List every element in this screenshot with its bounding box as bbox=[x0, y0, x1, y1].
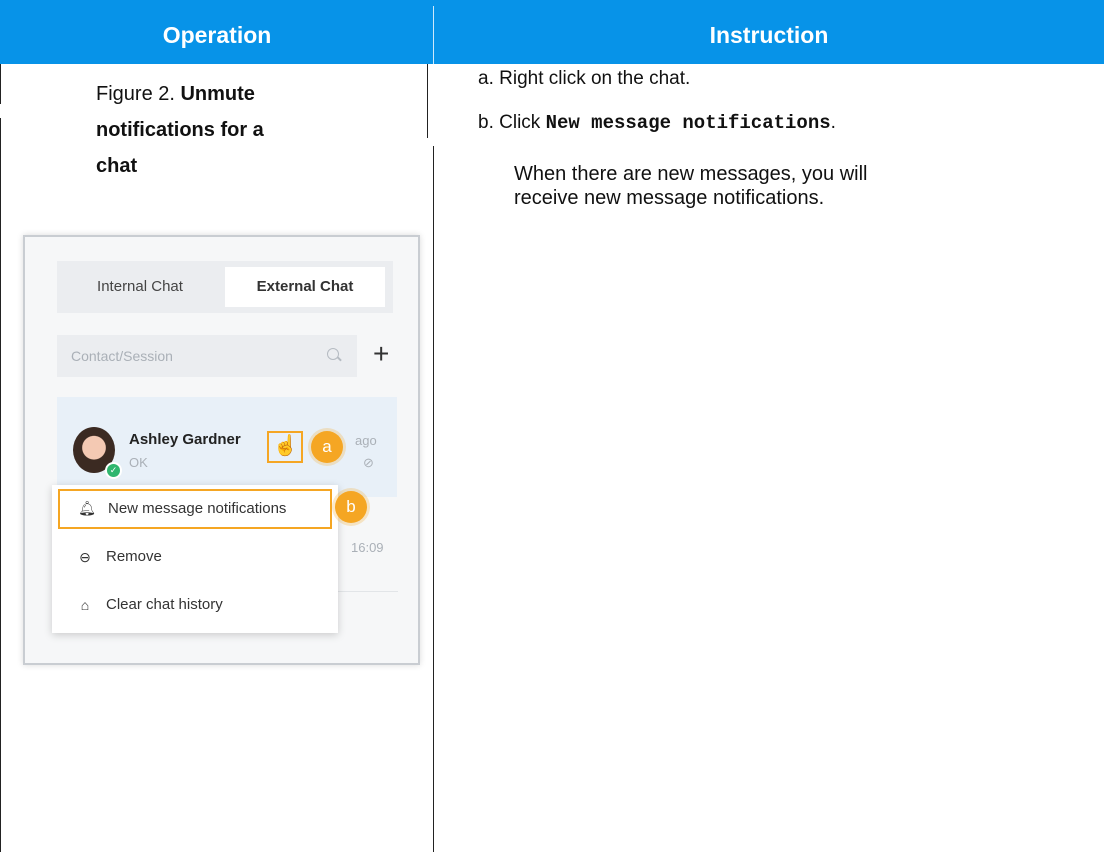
pointer-hand-icon: ☝ bbox=[273, 435, 298, 457]
chat-time: ago bbox=[355, 433, 377, 448]
search-placeholder: Contact/Session bbox=[71, 348, 173, 364]
muted-bell-icon: ⊘ bbox=[363, 455, 374, 470]
minus-circle-icon: ⊖ bbox=[79, 549, 91, 565]
column-divider-top bbox=[427, 64, 428, 138]
chat-tabs: Internal Chat External Chat bbox=[57, 261, 393, 313]
search-icon bbox=[327, 348, 339, 360]
figure-prefix: Figure 2. bbox=[96, 83, 181, 105]
add-button[interactable]: + bbox=[373, 338, 389, 370]
context-menu: 🔔︎ New message notifications ⊖ Remove ⌂ … bbox=[52, 485, 338, 633]
figure-caption: Figure 2. Unmute notifications for a cha… bbox=[96, 76, 396, 184]
instruction-header: Instruction bbox=[709, 22, 829, 48]
online-status-icon: ✓ bbox=[105, 462, 122, 479]
step-b-prefix: b. Click bbox=[478, 112, 546, 133]
operation-header: Operation bbox=[162, 22, 272, 48]
search-input[interactable]: Contact/Session bbox=[57, 335, 357, 377]
broom-icon: ⌂ bbox=[80, 597, 90, 613]
step-b-code: New message notifications bbox=[545, 112, 831, 134]
step-b-suffix: . bbox=[830, 112, 836, 133]
figure-title-1: Unmute bbox=[180, 83, 255, 105]
step-note: When there are new messages, you will re… bbox=[514, 163, 868, 209]
table-left-border bbox=[0, 118, 1, 852]
menu-item-label: Remove bbox=[106, 548, 162, 565]
menu-item-label: New message notifications bbox=[108, 500, 287, 517]
row-separator bbox=[338, 591, 398, 592]
step-b: b. Click New message notifications. bbox=[478, 112, 836, 134]
table-left-border-top bbox=[0, 64, 1, 104]
menu-item-label: Clear chat history bbox=[106, 596, 223, 613]
callout-b: b bbox=[335, 491, 367, 523]
menu-item-remove[interactable]: ⊖ Remove bbox=[52, 537, 338, 577]
tab-external-chat[interactable]: External Chat bbox=[225, 267, 385, 307]
figure-title-3: chat bbox=[96, 155, 138, 177]
embedded-screenshot: Internal Chat External Chat Contact/Sess… bbox=[23, 235, 420, 665]
other-chat-time: 16:09 bbox=[351, 540, 384, 555]
header-divider bbox=[433, 6, 434, 64]
menu-item-new-message-notifications[interactable]: 🔔︎ New message notifications bbox=[58, 489, 332, 529]
chat-list-item[interactable]: ✓ Ashley Gardner OK ago ⊘ bbox=[57, 397, 397, 497]
bell-icon: 🔔︎ bbox=[78, 500, 96, 516]
callout-a: a bbox=[311, 431, 343, 463]
chat-name: Ashley Gardner bbox=[129, 431, 241, 448]
chat-last-message: OK bbox=[129, 455, 148, 470]
column-divider bbox=[433, 146, 434, 852]
figure-title-2: notifications for a bbox=[96, 119, 264, 141]
menu-item-clear-chat-history[interactable]: ⌂ Clear chat history bbox=[52, 585, 338, 625]
tab-internal-chat[interactable]: Internal Chat bbox=[57, 261, 223, 313]
step-a: a. Right click on the chat. bbox=[478, 68, 691, 89]
